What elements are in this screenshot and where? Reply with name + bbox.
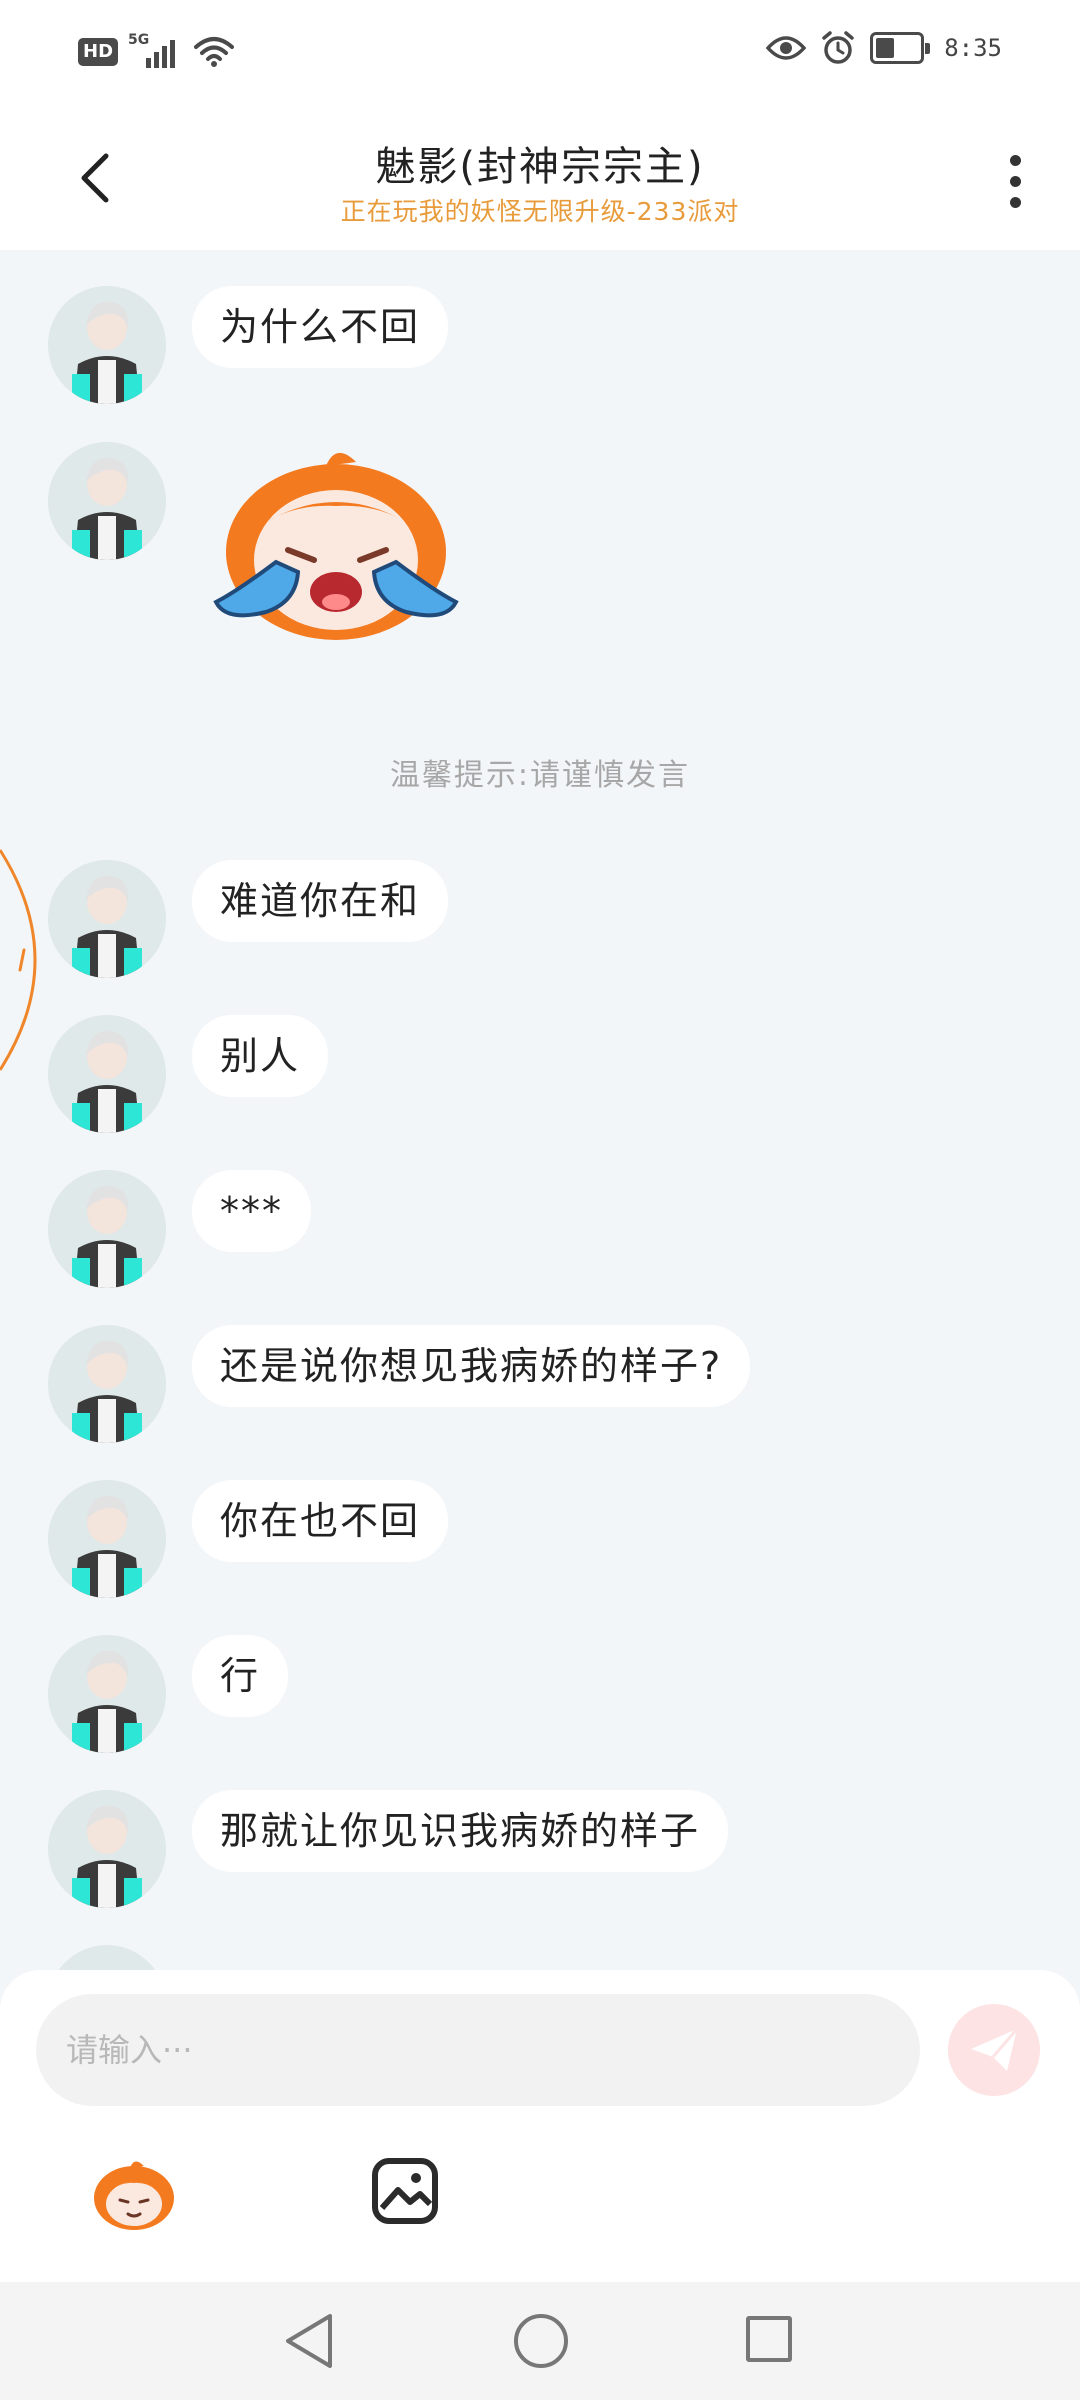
safety-notice: 温馨提示:请谨慎发言 xyxy=(389,758,691,793)
avatar-character-icon xyxy=(48,1790,166,1908)
avatar-character-icon xyxy=(48,442,166,560)
battery-icon xyxy=(870,32,931,64)
message-row: 那就让你见识我病娇的样子 xyxy=(48,1790,729,1908)
crying-sticker-icon[interactable] xyxy=(206,442,486,642)
wifi-icon xyxy=(194,37,235,67)
avatar-character-icon xyxy=(48,1170,166,1288)
avatar-character-icon xyxy=(48,1015,166,1133)
avatar[interactable] xyxy=(48,1480,166,1598)
avatar[interactable] xyxy=(48,442,166,560)
message-bubble[interactable]: 行 xyxy=(192,1635,289,1717)
contact-status[interactable]: 正在玩我的妖怪无限升级-233派对 xyxy=(0,192,1080,228)
avatar-character-icon xyxy=(48,1480,166,1598)
message-bubble[interactable]: 还是说你想见我病娇的样子? xyxy=(192,1325,751,1407)
nav-home-icon[interactable] xyxy=(514,2314,568,2368)
message-bubble[interactable]: *** xyxy=(192,1170,311,1252)
avatar-character-icon xyxy=(48,860,166,978)
status-bar-left: HD 5G xyxy=(78,32,235,70)
message-row-partial xyxy=(48,1945,166,1970)
clock: 8:35 xyxy=(944,34,1002,62)
contact-name: 魅影(封神宗宗主) xyxy=(375,144,705,190)
message-row: 别人 xyxy=(48,1015,329,1133)
more-dot xyxy=(1009,196,1021,208)
hd-badge: HD xyxy=(78,38,119,66)
more-vertical-icon xyxy=(1009,154,1021,166)
more-options-button[interactable] xyxy=(990,146,1040,216)
status-bar-right: 8:35 xyxy=(766,30,1002,66)
cellular-signal-icon: 5G xyxy=(128,32,184,70)
avatar[interactable] xyxy=(48,1015,166,1133)
nav-back-icon[interactable] xyxy=(282,2312,338,2370)
avatar[interactable] xyxy=(48,860,166,978)
chat-message-list[interactable]: 为什么不回 温馨提示:请谨慎发言 难道你在和 别人 *** 还是说你想见我病娇的… xyxy=(0,250,1080,1970)
message-bubble[interactable]: 为什么不回 xyxy=(192,286,449,368)
image-picker-icon[interactable] xyxy=(370,2156,440,2226)
avatar[interactable] xyxy=(48,286,166,404)
input-panel xyxy=(0,1970,1080,2282)
avatar[interactable] xyxy=(48,1170,166,1288)
status-bar: HD 5G 8:35 xyxy=(0,0,1080,110)
message-row: 还是说你想见我病娇的样子? xyxy=(48,1325,751,1443)
send-plane-icon xyxy=(971,2028,1019,2071)
avatar[interactable] xyxy=(48,1635,166,1753)
message-bubble[interactable]: 别人 xyxy=(192,1015,329,1097)
message-bubble[interactable]: 那就让你见识我病娇的样子 xyxy=(192,1790,729,1872)
chat-header: 魅影(封神宗宗主) 正在玩我的妖怪无限升级-233派对 xyxy=(0,110,1080,250)
alarm-icon xyxy=(822,31,854,64)
message-row xyxy=(48,442,486,642)
message-bubble[interactable]: 你在也不回 xyxy=(192,1480,449,1562)
send-button[interactable] xyxy=(948,2004,1040,2096)
nav-recent-apps-icon[interactable] xyxy=(746,2316,792,2362)
message-row: 为什么不回 xyxy=(48,286,449,404)
message-input[interactable] xyxy=(36,1994,920,2106)
message-row: 难道你在和 xyxy=(48,860,449,978)
more-dot xyxy=(1009,175,1021,187)
avatar-character-icon xyxy=(48,1325,166,1443)
message-row: 你在也不回 xyxy=(48,1480,449,1598)
emoji-mascot-icon[interactable] xyxy=(90,2154,178,2232)
avatar[interactable] xyxy=(48,1790,166,1908)
system-nav-bar xyxy=(0,2282,1080,2400)
avatar-character-icon xyxy=(48,1635,166,1753)
eye-comfort-icon xyxy=(766,36,807,60)
message-bubble[interactable]: 难道你在和 xyxy=(192,860,449,942)
message-row: *** xyxy=(48,1170,311,1288)
avatar[interactable] xyxy=(48,1325,166,1443)
avatar[interactable] xyxy=(48,1945,166,1970)
avatar-character-icon xyxy=(48,286,166,404)
message-row: 行 xyxy=(48,1635,289,1753)
